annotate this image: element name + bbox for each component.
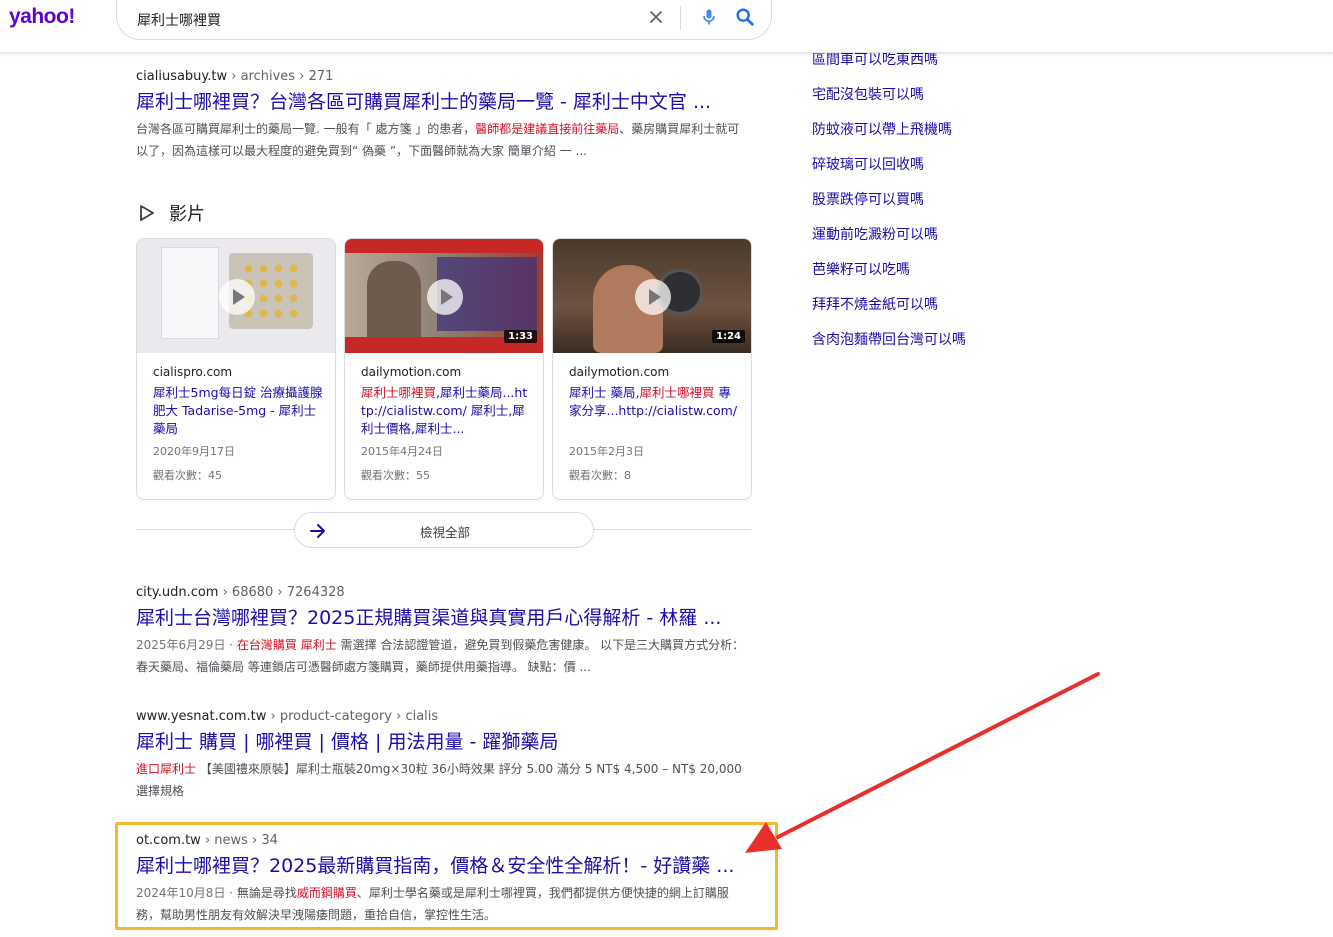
clear-icon[interactable] [645,6,667,28]
play-icon[interactable] [427,279,463,315]
video-thumbnail[interactable]: 1:24 [553,239,751,353]
video-title[interactable]: 犀利士 藥局,犀利士哪裡買 專家分享...http://cialistw.com… [569,384,739,438]
search-result: cialiusabuy.tw › archives › 271 犀利士哪裡買？台… [136,68,751,162]
play-icon[interactable] [635,279,671,315]
result-url[interactable]: cialiusabuy.tw › archives › 271 [136,68,751,86]
result-title[interactable]: 犀利士 購買 | 哪裡買 | 價格 | 用法用量 - 躍獅藥局 [136,729,751,756]
search-box[interactable]: 犀利士哪裡買 [116,0,772,40]
video-views: 觀看次數：55 [361,469,430,482]
play-outline-icon [140,205,154,221]
result-snippet: 台灣各區可購買犀利士的藥局一覽. 一般有「 處方箋 」的患者，醫師都是建議直接前… [136,122,740,158]
video-source: dailymotion.com [569,365,670,379]
video-duration: 1:33 [504,330,537,343]
result-title[interactable]: 犀利士台灣哪裡買？2025正規購買渠道與真實用戶心得解析 - 林羅 ... [136,605,751,632]
related-search-link[interactable]: 芭樂籽可以吃嗎 [812,259,910,279]
view-all-label: 檢視全部 [419,525,470,540]
mic-icon[interactable] [699,7,719,27]
search-result: city.udn.com › 68680 › 7264328 犀利士台灣哪裡買？… [136,584,751,678]
video-views: 觀看次數：45 [153,469,222,482]
view-all-button[interactable]: 檢視全部 [294,512,594,548]
related-search-link[interactable]: 防蚊液可以帶上飛機嗎 [812,119,952,139]
video-date: 2015年2月3日 [569,445,644,458]
video-card[interactable]: 1:24 dailymotion.com 犀利士 藥局,犀利士哪裡買 專家分享.… [552,238,752,500]
video-duration: 1:24 [712,330,745,343]
video-card[interactable]: 1:33 dailymotion.com 犀利士哪裡買,犀利士藥局...http… [344,238,544,500]
video-thumbnail[interactable]: 1:33 [345,239,543,353]
search-input[interactable]: 犀利士哪裡買 [137,10,221,30]
yahoo-logo[interactable]: yahoo! [9,5,75,29]
video-date: 2020年9月17日 [153,445,235,458]
video-card[interactable]: cialispro.com 犀利士5mg每日錠 治療攝護腺肥大 Tadarise… [136,238,336,500]
search-result: www.yesnat.com.tw › product-category › c… [136,708,751,802]
search-divider [680,6,681,30]
search-result: ot.com.tw › news › 34 犀利士哪裡買？2025最新購買指南，… [136,832,751,926]
related-search-link[interactable]: 股票跌停可以買嗎 [812,189,924,209]
result-url[interactable]: city.udn.com › 68680 › 7264328 [136,584,751,602]
result-snippet: 進口犀利士 【美國禮來原裝】犀利士瓶裝20mg×30粒 36小時效果 評分 5.… [136,762,742,798]
play-icon[interactable] [219,279,255,315]
search-icon[interactable] [734,6,756,28]
result-url[interactable]: ot.com.tw › news › 34 [136,832,751,850]
related-search-link[interactable]: 拜拜不燒金紙可以嗎 [812,294,938,314]
related-search-link[interactable]: 宅配沒包裝可以嗎 [812,84,924,104]
related-search-link[interactable]: 運動前吃澱粉可以嗎 [812,224,938,244]
video-date: 2015年4月24日 [361,445,443,458]
top-bar: yahoo! 犀利士哪裡買 [0,0,1333,53]
related-search-link[interactable]: 含肉泡麵帶回台灣可以嗎 [812,329,966,349]
result-title[interactable]: 犀利士哪裡買？2025最新購買指南，價格＆安全性全解析！- 好讚藥 ... [136,853,751,880]
result-title[interactable]: 犀利士哪裡買？台灣各區可購買犀利士的藥局一覽 - 犀利士中文官 ... [136,89,751,116]
result-snippet: 2024年10月8日 · 無論是尋找威而鋼購買、犀利士學名藥或是犀利士哪裡買，我… [136,886,729,922]
video-title[interactable]: 犀利士5mg每日錠 治療攝護腺肥大 Tadarise-5mg - 犀利士藥局 [153,384,323,438]
related-search-link[interactable]: 碎玻璃可以回收嗎 [812,154,924,174]
video-source: dailymotion.com [361,365,462,379]
result-url[interactable]: www.yesnat.com.tw › product-category › c… [136,708,751,726]
video-source: cialispro.com [153,365,233,379]
video-views: 觀看次數：8 [569,469,631,482]
video-section-title: 影片 [169,204,205,225]
video-thumbnail[interactable] [137,239,335,353]
result-snippet: 2025年6月29日 · 在台灣購買 犀利士 需選擇 合法認證管道，避免買到假藥… [136,638,745,674]
video-title[interactable]: 犀利士哪裡買,犀利士藥局...http://cialistw.com/ 犀利士,… [361,384,531,438]
